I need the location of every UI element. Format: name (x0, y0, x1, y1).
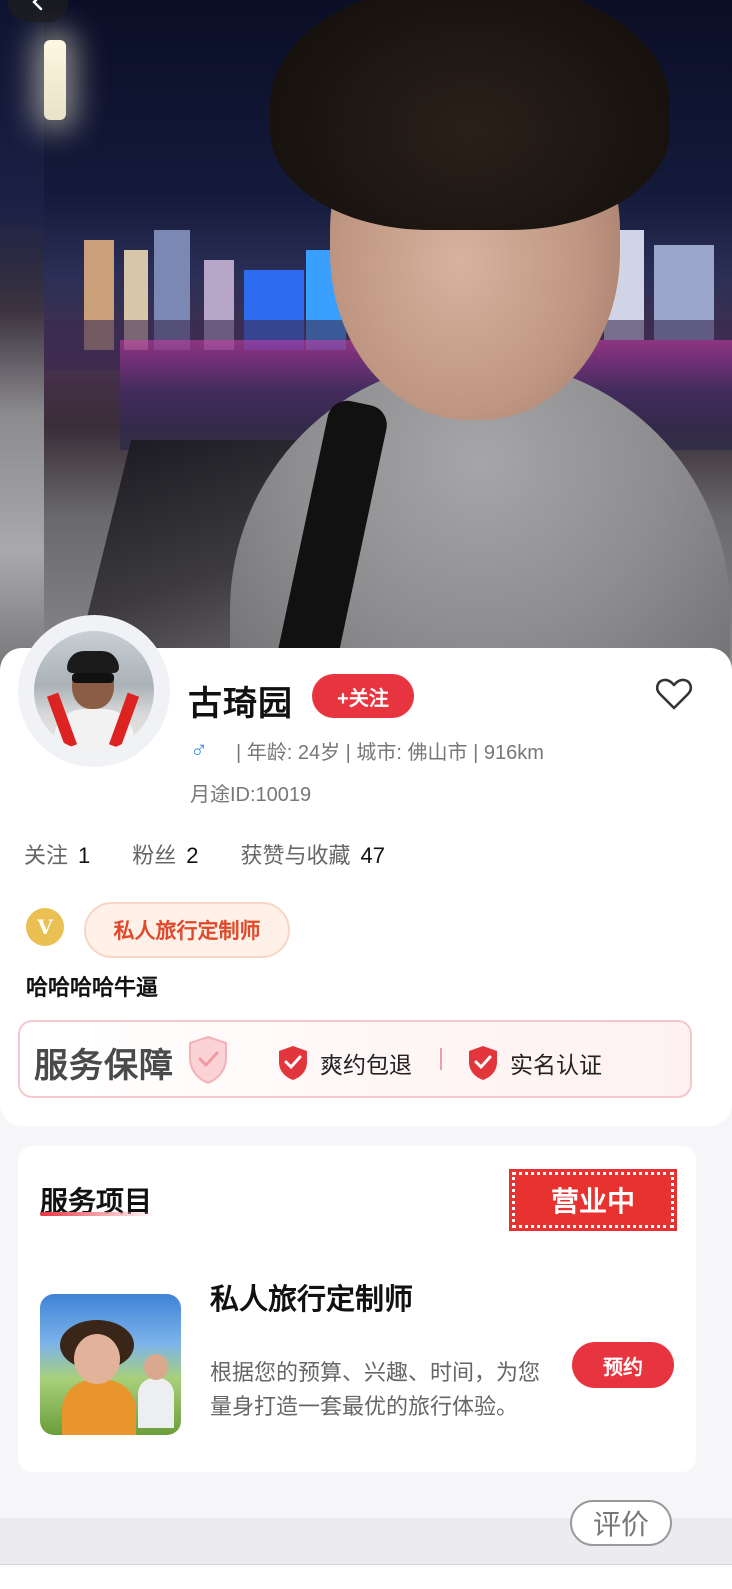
user-name: 古琦园 (188, 685, 293, 723)
service-guarantee-banner: 服务保障 爽约包退 实名认证 (18, 1020, 692, 1098)
vip-badge-icon: V (26, 908, 64, 946)
stat-value: 2 (186, 843, 199, 868)
guarantee-separator (440, 1048, 442, 1070)
check-shield-icon (279, 1046, 307, 1080)
stat-likes[interactable]: 获赞与收藏 47 (241, 838, 386, 870)
follow-button[interactable]: +关注 (312, 674, 414, 718)
back-button[interactable] (8, 0, 68, 22)
stat-label: 获赞与收藏 (240, 843, 351, 868)
guarantee-item-verified: 实名认证 (466, 1044, 602, 1082)
user-info-text: | 年龄: 24岁 | 城市: 佛山市 | 916km (236, 742, 544, 764)
stats-row: 关注 1 粉丝 2 获赞与收藏 47 (24, 838, 427, 870)
profile-cover-photo (0, 0, 732, 690)
service-item-description: 根据您的预算、兴趣、时间，为您量身打造一套最优的旅行体验。 (210, 1360, 541, 1419)
user-info-line: ♂ | 年龄: 24岁 | 城市: 佛山市 | 916km (190, 736, 544, 765)
stat-value: 47 (360, 843, 386, 868)
guarantee-title: 服务保障 (34, 1047, 174, 1085)
street-lamp (44, 40, 66, 120)
review-button[interactable]: 评价 (570, 1500, 672, 1546)
heart-outline-icon[interactable] (654, 674, 694, 714)
shield-icon (189, 1035, 227, 1085)
book-button[interactable]: 预约 (572, 1342, 674, 1388)
service-item-name[interactable]: 私人旅行定制师 (210, 1276, 413, 1318)
guarantee-item-label: 爽约包退 (320, 1052, 412, 1078)
back-arrow-icon (32, 0, 43, 11)
bottom-bar (0, 1564, 732, 1589)
previous-photo-edge (0, 0, 44, 690)
guarantee-item-label: 实名认证 (510, 1052, 602, 1078)
service-card: 服务项目 营业中 私人旅行定制师 根据您的预算、兴趣、时间，为您量身打造一套最优… (18, 1146, 696, 1472)
stat-label: 粉丝 (132, 843, 177, 868)
stat-followers[interactable]: 粉丝 2 (132, 838, 198, 870)
person-hair (270, 0, 670, 230)
service-thumbnail[interactable] (40, 1294, 181, 1435)
stat-following[interactable]: 关注 1 (24, 838, 90, 870)
guarantee-item-refund: 爽约包退 (276, 1044, 412, 1082)
stat-value: 1 (78, 843, 91, 868)
male-icon: ♂ (190, 736, 208, 764)
user-id: 月途ID:10019 (190, 784, 312, 806)
title-underline (40, 1212, 156, 1216)
avatar-photo (34, 631, 154, 751)
stat-label: 关注 (24, 843, 69, 868)
user-bio: 哈哈哈哈牛逼 (26, 975, 159, 1000)
role-tag: 私人旅行定制师 (84, 902, 290, 958)
check-shield-icon (469, 1046, 497, 1080)
status-badge: 营业中 (509, 1169, 677, 1231)
avatar[interactable] (18, 615, 170, 767)
